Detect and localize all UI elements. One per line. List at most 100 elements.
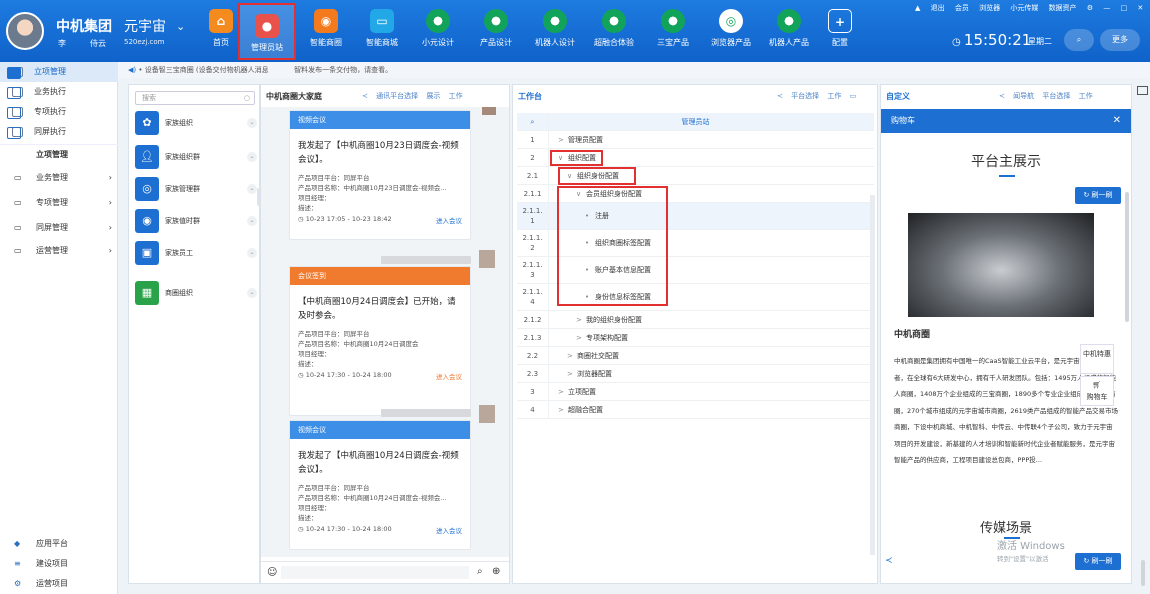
maximize-icon[interactable]: □ bbox=[1121, 4, 1128, 12]
chat-action-platform[interactable]: 通讯平台选择 bbox=[376, 92, 418, 100]
custom-action-platform[interactable]: 平台选择 bbox=[1042, 92, 1070, 100]
join-meeting-link[interactable]: 进入会议 bbox=[436, 371, 462, 381]
search-button[interactable]: ⌕ bbox=[1064, 29, 1094, 51]
close-icon[interactable]: ✕ bbox=[1113, 109, 1121, 133]
scrollbar[interactable] bbox=[1125, 192, 1129, 322]
scrollbar[interactable] bbox=[870, 195, 875, 555]
plus-icon[interactable]: ⊕ bbox=[492, 566, 500, 577]
window-restore-icon[interactable] bbox=[1137, 86, 1148, 95]
sidebar-bottom-operations[interactable]: ⚙ 运营项目 bbox=[0, 574, 118, 594]
chevron-right-icon: › bbox=[108, 246, 112, 255]
sidebar-group-screen[interactable]: ▭ 同屏管理 › bbox=[0, 217, 118, 239]
chevron-right-icon[interactable]: > bbox=[558, 401, 564, 419]
avatar[interactable] bbox=[6, 12, 44, 50]
chat-action-work[interactable]: 工作 bbox=[449, 92, 463, 100]
nav-cart-button[interactable]: ▭ 智能商城 bbox=[354, 0, 410, 62]
nav-robot-product-button[interactable]: 机器人产品 bbox=[761, 0, 817, 62]
share-icon[interactable]: ≺ bbox=[885, 556, 893, 566]
chevron-down-icon[interactable]: ⌄ bbox=[247, 184, 257, 194]
chevron-down-icon[interactable]: ⌄ bbox=[247, 288, 257, 298]
share-icon[interactable]: ≺ bbox=[999, 92, 1005, 100]
org-item[interactable]: ◎ 家族管理群 ⌄ bbox=[135, 175, 257, 203]
chevron-right-icon[interactable]: > bbox=[567, 365, 573, 383]
chevron-down-icon[interactable]: ⌄ bbox=[247, 118, 257, 128]
chevron-down-icon[interactable]: ⌄ bbox=[176, 20, 185, 33]
nav-sanbao-button[interactable]: 三宝产品 bbox=[645, 0, 701, 62]
chevron-down-icon[interactable]: ⌄ bbox=[247, 248, 257, 258]
member-link[interactable]: 会员 bbox=[955, 4, 969, 12]
nav-browser-button[interactable]: ◎ 浏览器产品 bbox=[703, 0, 759, 62]
chevron-right-icon[interactable]: > bbox=[576, 329, 582, 347]
table-row[interactable]: 1 > 管理员配置 bbox=[517, 131, 874, 149]
share-icon[interactable]: ≺ bbox=[362, 92, 368, 100]
refresh-button[interactable]: ↻ 刷一刷 bbox=[1075, 187, 1121, 204]
collapse-icon[interactable]: ▭ bbox=[850, 92, 857, 100]
nav-district-button[interactable]: ◉ 智能商圈 bbox=[298, 0, 354, 62]
chevron-right-icon[interactable]: > bbox=[576, 311, 582, 329]
settings-icon[interactable]: ⚙ bbox=[1087, 4, 1093, 12]
nav-admin-button[interactable]: ● 管理员站 bbox=[238, 3, 296, 60]
nav-plus-button[interactable]: + 配置 bbox=[812, 0, 868, 62]
chevron-down-icon[interactable]: ⌄ bbox=[247, 216, 257, 226]
avatar[interactable] bbox=[479, 405, 495, 423]
work-action-work[interactable]: 工作 bbox=[827, 92, 841, 100]
org-item[interactable]: ▦ 商圈组织 ⌄ bbox=[135, 279, 257, 307]
sidebar-group-operations[interactable]: ▭ 运营管理 › bbox=[0, 240, 118, 262]
table-row[interactable]: 2.1.2 > 我的组织身份配置 bbox=[517, 311, 874, 329]
sidebar-item-label: 专项执行 bbox=[34, 107, 66, 116]
float-tab-cart[interactable]: 🛒︎ 购物车 bbox=[1080, 376, 1114, 406]
chevron-right-icon[interactable]: > bbox=[558, 383, 564, 401]
float-tab-deals[interactable]: 中机特惠 bbox=[1080, 344, 1114, 374]
work-action-platform[interactable]: 平台选择 bbox=[791, 92, 819, 100]
nav-design-button[interactable]: 小元设计 bbox=[410, 0, 466, 62]
sidebar-bottom-app-platform[interactable]: ◆ 应用平台 bbox=[0, 534, 118, 554]
browser-icon: ◎ bbox=[719, 9, 743, 33]
work-panel-title: 工作台 bbox=[518, 92, 542, 101]
metaverse-title[interactable]: 元宇宙 bbox=[124, 16, 166, 36]
sidebar-group-business[interactable]: ▭ 业务管理 › bbox=[0, 167, 118, 189]
emoji-icon[interactable]: ☺ bbox=[267, 567, 277, 578]
browser-link[interactable]: 浏览器 bbox=[979, 4, 1000, 12]
custom-action-nav[interactable]: 闻导航 bbox=[1013, 92, 1034, 100]
avatar[interactable] bbox=[479, 250, 495, 268]
nav-robot-button[interactable]: 机器人设计 bbox=[527, 0, 583, 62]
chevron-right-icon[interactable]: > bbox=[567, 347, 573, 365]
media-link[interactable]: 小元传媒 bbox=[1010, 4, 1038, 12]
table-row[interactable]: 4 > 超融合配置 bbox=[517, 401, 874, 419]
scrollbar[interactable] bbox=[1141, 560, 1145, 586]
chevron-down-icon[interactable]: ⌄ bbox=[247, 152, 257, 162]
refresh-button[interactable]: ↻ 刷一刷 bbox=[1075, 553, 1121, 570]
join-meeting-link[interactable]: 进入会议 bbox=[436, 525, 462, 535]
chevron-right-icon[interactable]: > bbox=[558, 131, 564, 149]
chat-action-show[interactable]: 展示 bbox=[426, 92, 440, 100]
sidebar-bottom-construction[interactable]: ≡ 建设项目 bbox=[0, 554, 118, 574]
org-search-input[interactable]: 搜索 ○ bbox=[135, 91, 255, 105]
join-meeting-link[interactable]: 进入会议 bbox=[436, 215, 462, 225]
search-icon[interactable]: ⌕ bbox=[477, 566, 483, 577]
sidebar-group-special[interactable]: ▭ 专项管理 › bbox=[0, 192, 118, 214]
share-icon[interactable]: ≺ bbox=[777, 92, 783, 100]
minimize-icon[interactable]: — bbox=[1103, 4, 1110, 12]
card-line: 产品项目名称：中机商圈10月24日调度会-视频会... bbox=[298, 494, 447, 502]
org-item[interactable]: 👤︎ 家族组织群 ⌄ bbox=[135, 143, 257, 171]
nav-product-button[interactable]: 产品设计 bbox=[468, 0, 524, 62]
showcase-video[interactable] bbox=[908, 213, 1094, 317]
nav-hci-button[interactable]: 超融合体验 bbox=[586, 0, 642, 62]
nav-label: 智能商城 bbox=[366, 38, 398, 47]
robot-icon bbox=[543, 9, 567, 33]
close-icon[interactable]: ✕ bbox=[1137, 4, 1143, 12]
org-panel: 搜索 ○ ✿ 家族组织 ⌄ 👤︎ 家族组织群 ⌄ ◎ 家族管理群 ⌄ ◉ 家族值时群 ⌄ ▣ 家族员工 ⌄ ▦ 商… bbox=[128, 84, 260, 584]
org-item[interactable]: ◉ 家族值时群 ⌄ bbox=[135, 207, 257, 235]
custom-action-work[interactable]: 工作 bbox=[1079, 92, 1093, 100]
more-button[interactable]: 更多 bbox=[1100, 29, 1140, 51]
logout-link[interactable]: 退出 bbox=[931, 4, 945, 12]
data-assets-link[interactable]: 数据资产 bbox=[1049, 4, 1077, 12]
card-line: 项目经理： bbox=[298, 194, 331, 202]
org-item[interactable]: ▣ 家族员工 ⌄ bbox=[135, 239, 257, 267]
table-row[interactable]: 2.2 > 商圈社交配置 bbox=[517, 347, 874, 365]
table-row[interactable]: 3 > 立项配置 bbox=[517, 383, 874, 401]
chat-input[interactable] bbox=[281, 566, 469, 579]
org-item[interactable]: ✿ 家族组织 ⌄ bbox=[135, 109, 257, 137]
table-row[interactable]: 2.1.3 > 专项架构配置 bbox=[517, 329, 874, 347]
table-row[interactable]: 2.3 > 浏览器配置 bbox=[517, 365, 874, 383]
